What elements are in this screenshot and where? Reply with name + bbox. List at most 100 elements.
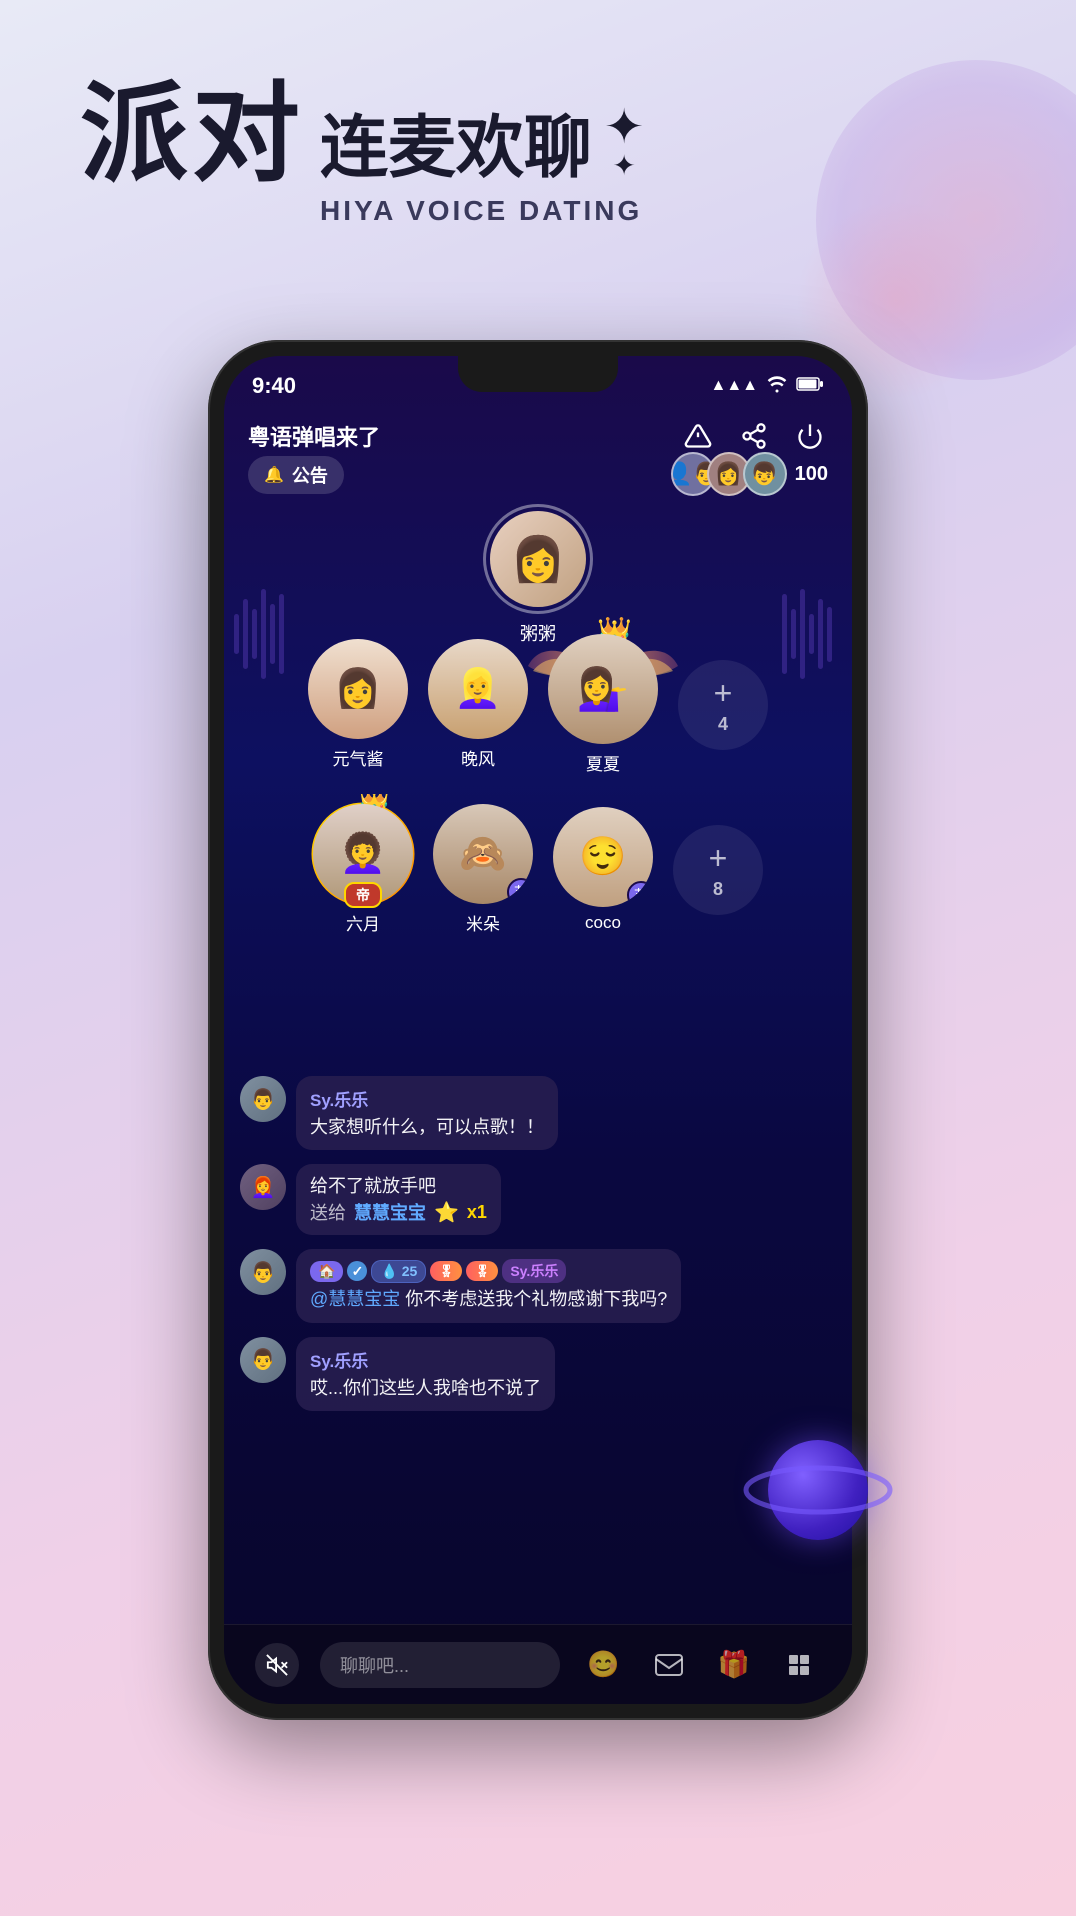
audience-count: 100 [795, 463, 828, 486]
seat-wanfeng[interactable]: 👱‍♀️ 晚风 [428, 639, 528, 770]
wifi-icon [766, 375, 788, 398]
seat-coco[interactable]: 😌 艺 coco [553, 807, 653, 933]
gift-icon: 🎁 [712, 1643, 756, 1687]
chat-avatar-3: 👨 [240, 1249, 286, 1295]
badge-special-1: 🎖 [430, 1261, 462, 1281]
status-icons: ▲▲▲ [710, 375, 824, 398]
seat-name-xiaxia: 夏夏 [586, 750, 620, 775]
warning-icon[interactable] [680, 418, 716, 454]
seat-avatar-coco: 😌 艺 [553, 807, 653, 907]
power-icon[interactable] [792, 418, 828, 454]
grid-button[interactable] [777, 1643, 821, 1687]
chat-avatar-4: 👨 [240, 1337, 286, 1383]
wave-left [234, 534, 294, 734]
seat-plus-button-1[interactable]: + 4 [678, 660, 768, 750]
phone-screen: 9:40 ▲▲▲ [224, 356, 852, 1704]
share-icon[interactable] [736, 418, 772, 454]
seat-xiaxia[interactable]: 👑 💎 [548, 634, 658, 775]
phone-device: 9:40 ▲▲▲ [208, 340, 868, 1720]
sub-title-cn: 连麦欢聊 [320, 92, 592, 191]
seat-avatar-wanfeng: 👱‍♀️ [428, 639, 528, 739]
gift-star-icon: ⭐ [434, 1200, 459, 1225]
announcement-bar: 🔔 公告 [248, 456, 344, 494]
seat-name-yuanqijiang: 元气酱 [333, 745, 384, 770]
gift-to-label: 送给 [310, 1199, 346, 1225]
status-time: 9:40 [252, 373, 296, 399]
chat-message-1: 👨 Sy.乐乐 大家想听什么，可以点歌！！ [240, 1076, 836, 1150]
chat-avatar-1: 👨 [240, 1076, 286, 1122]
mail-icon [647, 1643, 691, 1687]
gift-count: x1 [467, 1202, 487, 1223]
seat-plus-2[interactable]: + 8 [673, 825, 763, 915]
seat-june[interactable]: 👑 👩‍🦱 [313, 804, 413, 935]
main-title: 派对 [80, 80, 304, 188]
seat-avatar-miduo: 🙈 艺 [433, 804, 533, 904]
stage-area: 👩 粥粥 👩 元气酱 👱‍♀️ 晚风 [224, 504, 852, 1064]
seats-row2: 👑 👩‍🦱 [313, 804, 763, 935]
mail-button[interactable] [647, 1643, 691, 1687]
chat-avatar-2: 👩‍🦰 [240, 1164, 286, 1210]
grid-icon [777, 1643, 821, 1687]
seat-miduo[interactable]: 🙈 艺 米朵 [433, 804, 533, 935]
gift-button[interactable]: 🎁 [712, 1643, 756, 1687]
seat-name-wanfeng: 晚风 [461, 745, 495, 770]
plus-count-1: 4 [718, 714, 728, 735]
host-avatar: 👩 [483, 504, 593, 614]
bell-icon: 🔔 [264, 465, 284, 485]
chat-bubble-3: 🏠 ✓ 💧 25 🎖 🎖 Sy.乐乐 @慧慧宝宝 你不考虑送我个礼物感谢下我吗? [296, 1249, 681, 1322]
phone-notch [458, 356, 618, 392]
tagline-en: HIYA VOICE DATING [320, 195, 644, 227]
room-title: 粤语弹唱来了 [248, 420, 380, 452]
sparkle-small-icon: ✦ [612, 152, 635, 180]
chat-bubble-1: Sy.乐乐 大家想听什么，可以点歌！！ [296, 1076, 558, 1150]
sparkle-large-icon: ✦ [604, 104, 644, 152]
gift-target: 慧慧宝宝 [354, 1199, 426, 1225]
seat-yuanqijiang[interactable]: 👩 元气酱 [308, 639, 408, 770]
chat-text-1: 大家想听什么，可以点歌！！ [310, 1115, 544, 1140]
emoji-button[interactable]: 😊 [581, 1643, 625, 1687]
badge-home: 🏠 [310, 1261, 343, 1282]
signal-icon: ▲▲▲ [710, 377, 758, 395]
seat-name-miduo: 米朵 [466, 910, 500, 935]
badge-check: ✓ [347, 1261, 367, 1281]
chat-username-4: Sy.乐乐 [310, 1347, 541, 1372]
host-seat[interactable]: 👩 粥粥 [483, 504, 593, 646]
seat-name-coco: coco [585, 913, 621, 933]
chat-area: 👨 Sy.乐乐 大家想听什么，可以点歌！！ 👩‍🦰 给不了就放手吧 送给 慧慧宝… [224, 1076, 852, 1624]
mute-icon [255, 1643, 299, 1687]
plus-count-2: 8 [713, 879, 723, 900]
chat-bubble-4: Sy.乐乐 哎...你们这些人我啥也不说了 [296, 1337, 555, 1411]
seat-plus-1[interactable]: + 4 [678, 660, 768, 750]
badge-num: 💧 25 [371, 1260, 426, 1283]
seat-name-june: 六月 [346, 910, 380, 935]
plus-icon-1: + [714, 675, 733, 712]
chat-placeholder: 聊聊吧... [340, 1652, 409, 1678]
battery-icon [796, 376, 824, 397]
badge-row: 🏠 ✓ 💧 25 🎖 🎖 Sy.乐乐 [310, 1259, 667, 1283]
chat-message-4: 👨 Sy.乐乐 哎...你们这些人我啥也不说了 [240, 1337, 836, 1411]
seat-badge-coco: 艺 [627, 881, 653, 907]
chat-message-3: 👨 🏠 ✓ 💧 25 🎖 🎖 Sy.乐乐 @慧慧宝宝 你不考虑送我个礼物感谢下我… [240, 1249, 836, 1322]
seat-avatar-yuanqijiang: 👩 [308, 639, 408, 739]
chat-text-3: @慧慧宝宝 你不考虑送我个礼物感谢下我吗? [310, 1287, 667, 1312]
audience-avatar-3: 👦 [743, 452, 787, 496]
chat-username-1: Sy.乐乐 [310, 1086, 544, 1111]
badge-special-2: 🎖 [466, 1261, 498, 1281]
emperor-badge: 帝 [344, 882, 382, 908]
seats-row1: 👩 元气酱 👱‍♀️ 晚风 [308, 634, 768, 775]
chat-input[interactable]: 聊聊吧... [320, 1642, 560, 1688]
wave-right [782, 534, 842, 734]
emoji-icon: 😊 [581, 1643, 625, 1687]
chat-text-4: 哎...你们这些人我啥也不说了 [310, 1376, 541, 1401]
badge-username: Sy.乐乐 [502, 1259, 566, 1283]
announcement-text: 公告 [292, 462, 328, 488]
seat-plus-button-2[interactable]: + 8 [673, 825, 763, 915]
room-actions[interactable] [680, 418, 828, 454]
seat-badge-miduo: 艺 [507, 878, 533, 904]
chat-gift-row: 送给 慧慧宝宝 ⭐ x1 [310, 1199, 487, 1225]
mute-button[interactable] [255, 1643, 299, 1687]
plus-icon-2: + [709, 840, 728, 877]
chat-text-2: 给不了就放手吧 [310, 1174, 487, 1199]
header-area: 派对 连麦欢聊 ✦ ✦ HIYA VOICE DATING [80, 80, 996, 227]
chat-message-2: 👩‍🦰 给不了就放手吧 送给 慧慧宝宝 ⭐ x1 [240, 1164, 836, 1235]
